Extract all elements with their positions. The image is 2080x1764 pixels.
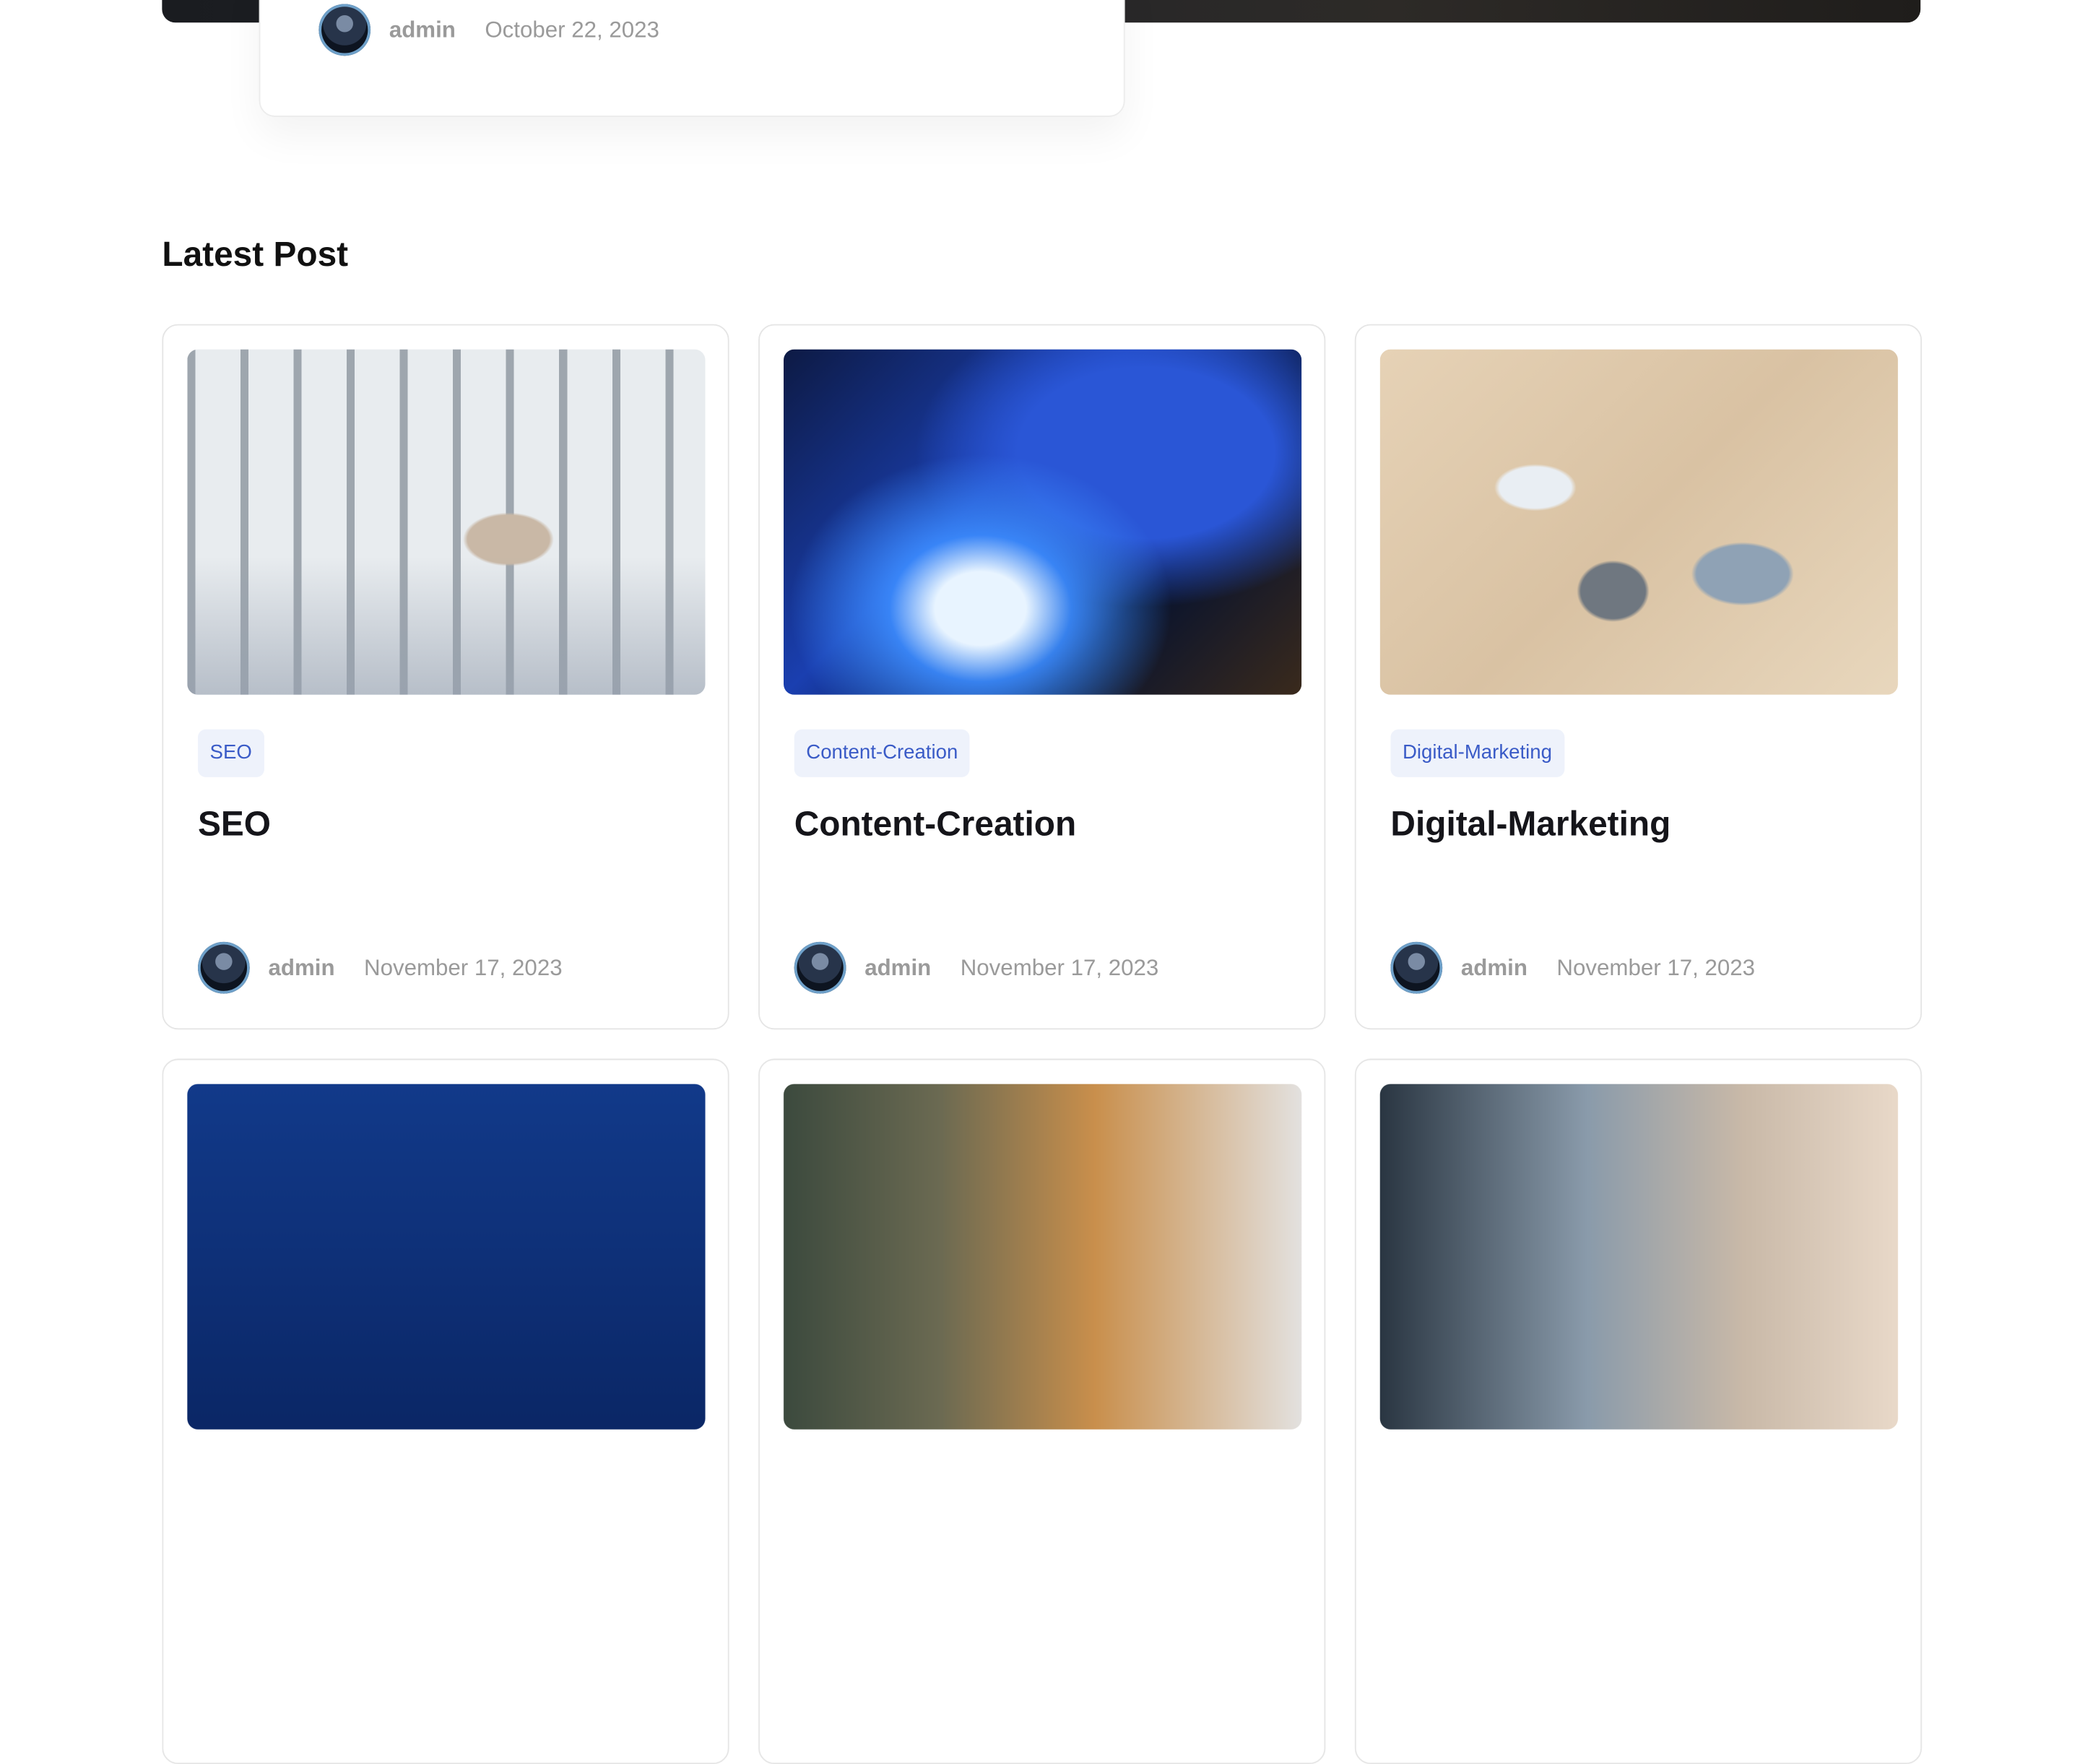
author-name[interactable]: admin	[1461, 954, 1528, 981]
post-thumbnail[interactable]	[187, 1084, 706, 1430]
author-avatar[interactable]	[1390, 941, 1443, 994]
post-date: November 17, 2023	[364, 954, 563, 980]
post-date: October 22, 2023	[485, 16, 659, 42]
post-card[interactable]	[1354, 1058, 1923, 1764]
post-date: November 17, 2023	[960, 954, 1159, 980]
author-avatar[interactable]	[794, 941, 846, 994]
post-meta: admin November 17, 2023	[794, 941, 1159, 994]
page-viewport: admin October 22, 2023 Latest Post SEO S…	[0, 0, 2080, 1764]
post-thumbnail[interactable]	[784, 1084, 1302, 1430]
featured-post-card[interactable]: admin October 22, 2023	[259, 0, 1125, 117]
category-tag[interactable]: Content-Creation	[794, 729, 970, 777]
post-title[interactable]: SEO	[198, 804, 271, 845]
post-thumbnail[interactable]	[784, 349, 1302, 695]
post-meta: admin November 17, 2023	[1390, 941, 1756, 994]
author-name[interactable]: admin	[389, 17, 456, 43]
post-card[interactable]	[162, 1058, 729, 1764]
post-thumbnail[interactable]	[1379, 349, 1898, 695]
post-thumbnail[interactable]	[1379, 1084, 1898, 1430]
post-card-seo[interactable]: SEO SEO admin November 17, 2023	[162, 324, 729, 1030]
post-title[interactable]: Digital-Marketing	[1390, 804, 1670, 845]
post-card-digital-marketing[interactable]: Digital-Marketing Digital-Marketing admi…	[1354, 324, 1923, 1030]
author-name[interactable]: admin	[268, 954, 334, 981]
author-avatar[interactable]	[198, 941, 250, 994]
author-name[interactable]: admin	[864, 954, 931, 981]
section-title: Latest Post	[162, 233, 349, 274]
category-tag[interactable]: SEO	[198, 729, 264, 777]
featured-post-meta: admin October 22, 2023	[318, 4, 659, 56]
category-tag[interactable]: Digital-Marketing	[1390, 729, 1564, 777]
post-title[interactable]: Content-Creation	[794, 804, 1076, 845]
post-card-content-creation[interactable]: Content-Creation Content-Creation admin …	[758, 324, 1326, 1030]
post-thumbnail[interactable]	[187, 349, 706, 695]
post-date: November 17, 2023	[1556, 954, 1756, 980]
post-meta: admin November 17, 2023	[198, 941, 563, 994]
author-avatar[interactable]	[318, 4, 371, 56]
post-card[interactable]	[758, 1058, 1326, 1764]
